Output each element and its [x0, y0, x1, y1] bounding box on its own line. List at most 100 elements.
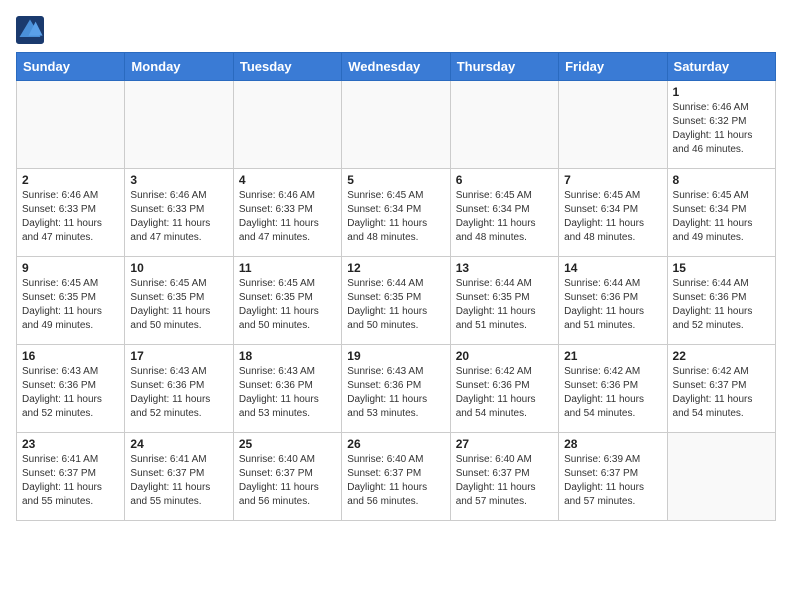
day-info: Sunrise: 6:43 AM Sunset: 6:36 PM Dayligh… [347, 365, 444, 421]
day-number: 27 [456, 437, 553, 451]
calendar-cell: 11 Sunrise: 6:45 AM Sunset: 6:35 PM Dayli… [233, 257, 341, 345]
day-number: 25 [239, 437, 336, 451]
day-info: Sunrise: 6:42 AM Sunset: 6:36 PM Dayligh… [456, 365, 553, 421]
day-number: 10 [130, 261, 227, 275]
day-info: Sunrise: 6:45 AM Sunset: 6:35 PM Dayligh… [239, 277, 336, 333]
day-info: Sunrise: 6:45 AM Sunset: 6:34 PM Dayligh… [456, 189, 553, 245]
weekday-header: Friday [559, 53, 667, 81]
day-info: Sunrise: 6:44 AM Sunset: 6:36 PM Dayligh… [673, 277, 770, 333]
calendar-cell [125, 81, 233, 169]
calendar-cell: 9 Sunrise: 6:45 AM Sunset: 6:35 PM Daylig… [17, 257, 125, 345]
calendar-cell: 1 Sunrise: 6:46 AM Sunset: 6:32 PM Daylig… [667, 81, 775, 169]
weekday-header: Sunday [17, 53, 125, 81]
calendar-cell: 13 Sunrise: 6:44 AM Sunset: 6:35 PM Dayli… [450, 257, 558, 345]
weekday-header: Monday [125, 53, 233, 81]
calendar-cell: 2Sunrise: 6:46 AM Sunset: 6:33 PM Daylig… [17, 169, 125, 257]
day-number: 26 [347, 437, 444, 451]
calendar-cell: 12Sunrise: 6:44 AM Sunset: 6:35 PM Dayli… [342, 257, 450, 345]
day-number: 4 [239, 173, 336, 187]
logo [16, 16, 46, 44]
calendar-cell: 14Sunrise: 6:44 AM Sunset: 6:36 PM Dayli… [559, 257, 667, 345]
day-info: Sunrise: 6:46 AM Sunset: 6:33 PM Dayligh… [239, 189, 336, 245]
day-number: 18 [239, 349, 336, 363]
day-info: Sunrise: 6:43 AM Sunset: 6:36 PM Dayligh… [239, 365, 336, 421]
calendar-cell: 24 Sunrise: 6:41 AM Sunset: 6:37 PM Dayli… [125, 433, 233, 521]
day-number: 11 [239, 261, 336, 275]
day-info: Sunrise: 6:39 AM Sunset: 6:37 PM Dayligh… [564, 453, 661, 509]
day-number: 22 [673, 349, 770, 363]
calendar-cell: 15 Sunrise: 6:44 AM Sunset: 6:36 PM Dayli… [667, 257, 775, 345]
calendar-cell [233, 81, 341, 169]
day-number: 12 [347, 261, 444, 275]
day-number: 21 [564, 349, 661, 363]
calendar-cell: 3 Sunrise: 6:46 AM Sunset: 6:33 PM Daylig… [125, 169, 233, 257]
calendar-cell: 16 Sunrise: 6:43 AM Sunset: 6:36 PM Dayli… [17, 345, 125, 433]
calendar-cell [667, 433, 775, 521]
day-number: 28 [564, 437, 661, 451]
day-number: 15 [673, 261, 770, 275]
weekday-header-row: SundayMondayTuesdayWednesdayThursdayFrid… [17, 53, 776, 81]
day-number: 7 [564, 173, 661, 187]
day-info: Sunrise: 6:40 AM Sunset: 6:37 PM Dayligh… [239, 453, 336, 509]
weekday-header: Tuesday [233, 53, 341, 81]
calendar-week-row: 9 Sunrise: 6:45 AM Sunset: 6:35 PM Daylig… [17, 257, 776, 345]
day-info: Sunrise: 6:43 AM Sunset: 6:36 PM Dayligh… [22, 365, 119, 421]
calendar-cell: 28 Sunrise: 6:39 AM Sunset: 6:37 PM Dayli… [559, 433, 667, 521]
weekday-header: Wednesday [342, 53, 450, 81]
day-info: Sunrise: 6:40 AM Sunset: 6:37 PM Dayligh… [347, 453, 444, 509]
calendar-cell: 26 Sunrise: 6:40 AM Sunset: 6:37 PM Dayli… [342, 433, 450, 521]
calendar-cell: 20 Sunrise: 6:42 AM Sunset: 6:36 PM Dayli… [450, 345, 558, 433]
calendar-cell: 7 Sunrise: 6:45 AM Sunset: 6:34 PM Daylig… [559, 169, 667, 257]
day-number: 19 [347, 349, 444, 363]
calendar-cell: 4 Sunrise: 6:46 AM Sunset: 6:33 PM Daylig… [233, 169, 341, 257]
day-info: Sunrise: 6:42 AM Sunset: 6:37 PM Dayligh… [673, 365, 770, 421]
calendar-cell: 27Sunrise: 6:40 AM Sunset: 6:37 PM Dayli… [450, 433, 558, 521]
day-info: Sunrise: 6:45 AM Sunset: 6:34 PM Dayligh… [564, 189, 661, 245]
calendar-cell: 5 Sunrise: 6:45 AM Sunset: 6:34 PM Daylig… [342, 169, 450, 257]
calendar-cell: 23 Sunrise: 6:41 AM Sunset: 6:37 PM Dayli… [17, 433, 125, 521]
day-number: 5 [347, 173, 444, 187]
day-info: Sunrise: 6:45 AM Sunset: 6:35 PM Dayligh… [130, 277, 227, 333]
day-number: 6 [456, 173, 553, 187]
calendar-cell: 25 Sunrise: 6:40 AM Sunset: 6:37 PM Dayli… [233, 433, 341, 521]
day-info: Sunrise: 6:44 AM Sunset: 6:35 PM Dayligh… [456, 277, 553, 333]
calendar-cell: 17 Sunrise: 6:43 AM Sunset: 6:36 PM Dayli… [125, 345, 233, 433]
calendar-week-row: 2Sunrise: 6:46 AM Sunset: 6:33 PM Daylig… [17, 169, 776, 257]
day-number: 16 [22, 349, 119, 363]
day-number: 17 [130, 349, 227, 363]
day-number: 3 [130, 173, 227, 187]
calendar-week-row: 1 Sunrise: 6:46 AM Sunset: 6:32 PM Daylig… [17, 81, 776, 169]
day-info: Sunrise: 6:45 AM Sunset: 6:35 PM Dayligh… [22, 277, 119, 333]
day-number: 9 [22, 261, 119, 275]
calendar-week-row: 23 Sunrise: 6:41 AM Sunset: 6:37 PM Dayli… [17, 433, 776, 521]
day-info: Sunrise: 6:42 AM Sunset: 6:36 PM Dayligh… [564, 365, 661, 421]
logo-icon [16, 16, 44, 44]
day-number: 13 [456, 261, 553, 275]
day-info: Sunrise: 6:41 AM Sunset: 6:37 PM Dayligh… [22, 453, 119, 509]
day-number: 8 [673, 173, 770, 187]
calendar-cell [559, 81, 667, 169]
calendar-cell: 8 Sunrise: 6:45 AM Sunset: 6:34 PM Daylig… [667, 169, 775, 257]
calendar-cell: 21 Sunrise: 6:42 AM Sunset: 6:36 PM Dayli… [559, 345, 667, 433]
day-info: Sunrise: 6:46 AM Sunset: 6:33 PM Dayligh… [130, 189, 227, 245]
calendar-cell: 10 Sunrise: 6:45 AM Sunset: 6:35 PM Dayli… [125, 257, 233, 345]
day-info: Sunrise: 6:43 AM Sunset: 6:36 PM Dayligh… [130, 365, 227, 421]
calendar-cell: 6 Sunrise: 6:45 AM Sunset: 6:34 PM Daylig… [450, 169, 558, 257]
day-info: Sunrise: 6:45 AM Sunset: 6:34 PM Dayligh… [347, 189, 444, 245]
day-number: 24 [130, 437, 227, 451]
day-info: Sunrise: 6:46 AM Sunset: 6:33 PM Dayligh… [22, 189, 119, 245]
calendar-week-row: 16 Sunrise: 6:43 AM Sunset: 6:36 PM Dayli… [17, 345, 776, 433]
day-info: Sunrise: 6:46 AM Sunset: 6:32 PM Dayligh… [673, 101, 770, 157]
page-header [16, 16, 776, 44]
calendar-cell: 22 Sunrise: 6:42 AM Sunset: 6:37 PM Dayli… [667, 345, 775, 433]
calendar-cell [342, 81, 450, 169]
day-number: 20 [456, 349, 553, 363]
weekday-header: Saturday [667, 53, 775, 81]
day-info: Sunrise: 6:45 AM Sunset: 6:34 PM Dayligh… [673, 189, 770, 245]
day-number: 14 [564, 261, 661, 275]
day-number: 1 [673, 85, 770, 99]
day-info: Sunrise: 6:41 AM Sunset: 6:37 PM Dayligh… [130, 453, 227, 509]
calendar-cell: 19 Sunrise: 6:43 AM Sunset: 6:36 PM Dayli… [342, 345, 450, 433]
day-number: 23 [22, 437, 119, 451]
weekday-header: Thursday [450, 53, 558, 81]
